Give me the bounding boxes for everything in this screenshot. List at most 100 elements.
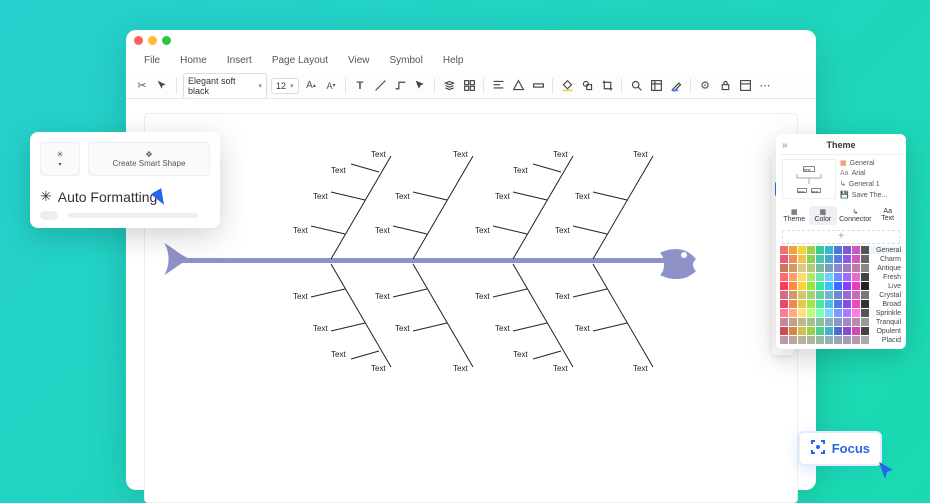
shape-icon[interactable] (579, 78, 595, 94)
color-swatch[interactable] (780, 282, 788, 290)
tab-text[interactable]: AaText (873, 206, 902, 225)
color-swatch[interactable] (789, 255, 797, 263)
color-swatch[interactable] (852, 264, 860, 272)
color-swatch[interactable] (816, 282, 824, 290)
color-swatch[interactable] (780, 255, 788, 263)
bone-label[interactable]: Text (395, 324, 410, 333)
bone-label[interactable]: Text (513, 166, 528, 175)
fill-color-icon[interactable] (559, 78, 575, 94)
palette-row[interactable]: Broad (780, 300, 902, 308)
color-swatch[interactable] (807, 300, 815, 308)
create-smart-shape-button[interactable]: ✥ Create Smart Shape (88, 142, 210, 176)
minimize-icon[interactable] (148, 36, 157, 45)
tab-connector[interactable]: ↳Connector (837, 206, 873, 225)
color-swatch[interactable] (834, 300, 842, 308)
ruler-icon[interactable] (530, 78, 546, 94)
color-swatch[interactable] (861, 264, 869, 272)
color-swatch[interactable] (816, 291, 824, 299)
close-icon[interactable] (134, 36, 143, 45)
color-swatch[interactable] (852, 273, 860, 281)
color-swatch[interactable] (780, 291, 788, 299)
color-swatch[interactable] (798, 246, 806, 254)
color-swatch[interactable] (798, 282, 806, 290)
theme-preview-thumb[interactable]: text texttext (782, 159, 836, 199)
palette-row[interactable]: Sprinkle (780, 309, 902, 317)
color-swatch[interactable] (834, 291, 842, 299)
color-swatch[interactable] (780, 300, 788, 308)
color-swatch[interactable] (816, 255, 824, 263)
color-swatch[interactable] (780, 336, 788, 344)
color-swatch[interactable] (843, 336, 851, 344)
color-swatch[interactable] (780, 318, 788, 326)
bone-label[interactable]: Text (313, 324, 328, 333)
palette-row[interactable]: Tranquil (780, 318, 902, 326)
bone-label[interactable]: Text (371, 364, 386, 373)
color-swatch[interactable] (789, 336, 797, 344)
color-swatch[interactable] (807, 273, 815, 281)
color-swatch[interactable] (843, 318, 851, 326)
bone-label[interactable]: Text (331, 166, 346, 175)
color-swatch[interactable] (798, 255, 806, 263)
color-swatch[interactable] (852, 318, 860, 326)
bone-label[interactable]: Text (513, 350, 528, 359)
color-swatch[interactable] (852, 255, 860, 263)
font-size-select[interactable]: 12▾ (271, 78, 299, 94)
bone-label[interactable]: Text (575, 192, 590, 201)
color-swatch[interactable] (798, 318, 806, 326)
color-swatch[interactable] (798, 336, 806, 344)
menu-view[interactable]: View (338, 52, 380, 69)
bone-label[interactable]: Text (375, 292, 390, 301)
pen-icon[interactable] (668, 78, 684, 94)
color-swatch[interactable] (834, 246, 842, 254)
bone-label[interactable]: Text (495, 324, 510, 333)
color-swatch[interactable] (843, 255, 851, 263)
palette-row[interactable]: Opulent (780, 327, 902, 335)
palette-row[interactable]: Crystal (780, 291, 902, 299)
color-swatch[interactable] (825, 282, 833, 290)
color-swatch[interactable] (825, 273, 833, 281)
color-swatch[interactable] (789, 300, 797, 308)
color-swatch[interactable] (789, 264, 797, 272)
color-swatch[interactable] (843, 273, 851, 281)
bone-label[interactable]: Text (293, 292, 308, 301)
line-tool-icon[interactable] (372, 78, 388, 94)
maximize-icon[interactable] (162, 36, 171, 45)
menu-insert[interactable]: Insert (217, 52, 262, 69)
color-swatch[interactable] (789, 273, 797, 281)
color-swatch[interactable] (798, 327, 806, 335)
palette-row[interactable]: Live (780, 282, 902, 290)
color-swatch[interactable] (825, 309, 833, 317)
color-swatch[interactable] (780, 327, 788, 335)
grid-icon[interactable] (461, 78, 477, 94)
color-swatch[interactable] (852, 291, 860, 299)
color-swatch[interactable] (825, 327, 833, 335)
tab-theme[interactable]: ▦Theme (780, 206, 809, 225)
color-swatch[interactable] (780, 264, 788, 272)
color-swatch[interactable] (834, 264, 842, 272)
color-swatch[interactable] (825, 318, 833, 326)
bone-label[interactable]: Text (633, 150, 648, 159)
palette-row[interactable]: Placid (780, 336, 902, 344)
color-swatch[interactable] (825, 300, 833, 308)
stack-icon[interactable] (441, 78, 457, 94)
color-swatch[interactable] (807, 336, 815, 344)
color-swatch[interactable] (789, 246, 797, 254)
bone-label[interactable]: Text (395, 192, 410, 201)
color-swatch[interactable] (852, 246, 860, 254)
bone-label[interactable]: Text (293, 226, 308, 235)
color-swatch[interactable] (834, 318, 842, 326)
bone-label[interactable]: Text (553, 364, 568, 373)
menu-help[interactable]: Help (433, 52, 474, 69)
color-swatch[interactable] (861, 291, 869, 299)
bone-label[interactable]: Text (453, 364, 468, 373)
color-swatch[interactable] (852, 336, 860, 344)
table-icon[interactable] (648, 78, 664, 94)
color-swatch[interactable] (807, 291, 815, 299)
settings-icon[interactable]: ⚙ (697, 78, 713, 94)
color-swatch[interactable] (798, 300, 806, 308)
palette-row[interactable]: Charm (780, 255, 902, 263)
cut-icon[interactable]: ✂ (134, 78, 150, 94)
color-swatch[interactable] (798, 309, 806, 317)
bone-label[interactable]: Text (495, 192, 510, 201)
color-swatch[interactable] (789, 309, 797, 317)
